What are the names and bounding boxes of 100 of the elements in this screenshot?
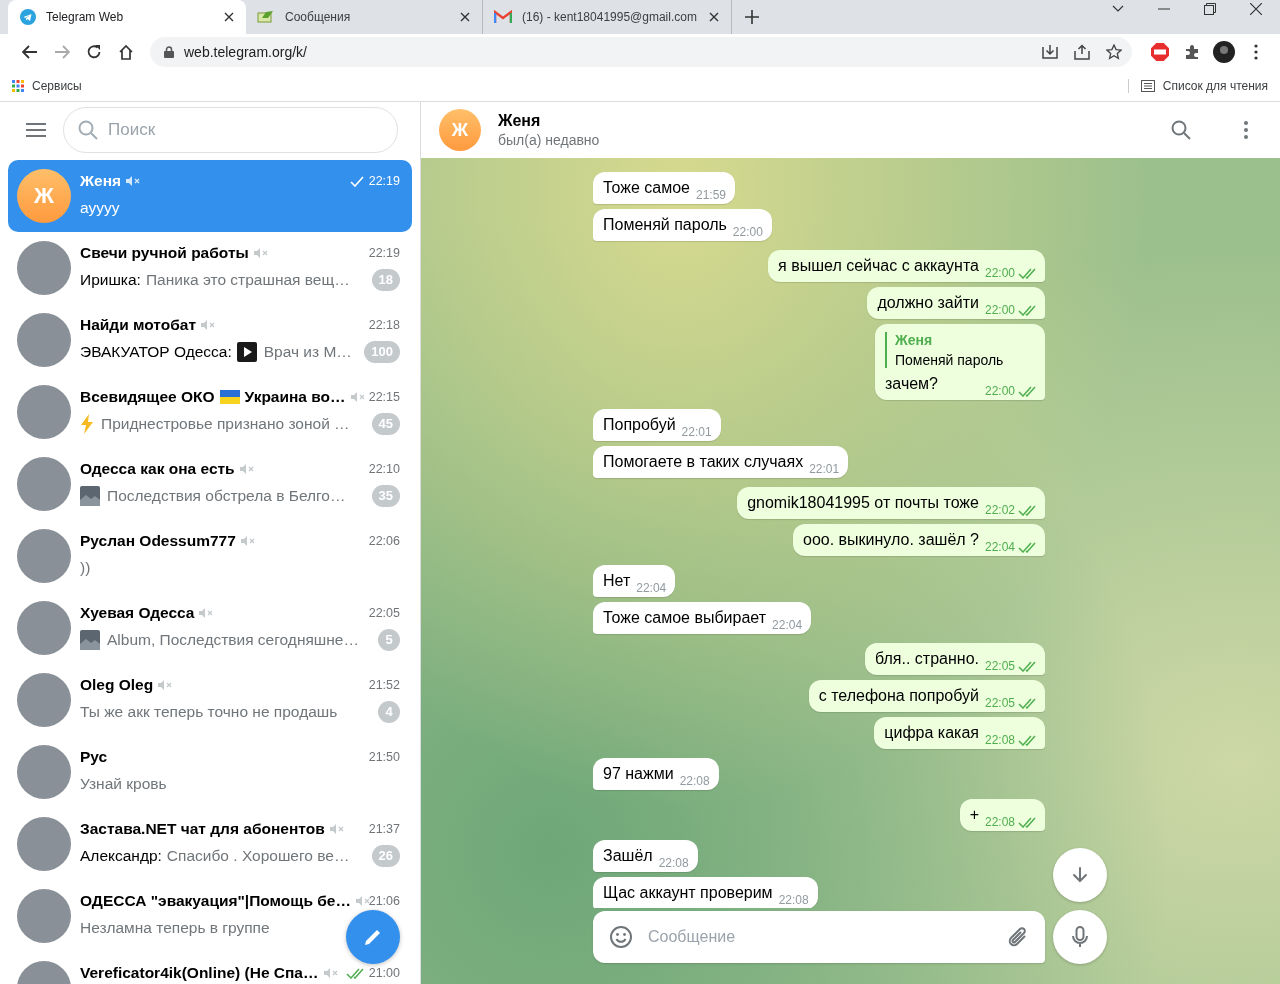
install-icon[interactable] xyxy=(1042,44,1058,60)
message-preview: Узнай кровь xyxy=(80,774,167,794)
reading-list-link[interactable]: Список для чтения xyxy=(1162,78,1268,93)
avatar-photo-placeholder xyxy=(17,385,71,439)
message-preview: Ты же акк теперь точно не продашь xyxy=(80,702,338,722)
chat-name: Vereficator4ik(Online) (Не Спа… xyxy=(80,964,319,982)
message-text: ооо. выкинуло. зашёл ? xyxy=(803,530,979,550)
unread-count: 35 xyxy=(371,485,400,507)
message-preview: ayyyy xyxy=(80,198,120,218)
message-text: бля.. странно. xyxy=(875,649,979,669)
message-text: Поменяй пароль xyxy=(603,215,727,235)
avatar-photo-placeholder xyxy=(17,241,71,295)
menu-icon[interactable] xyxy=(26,123,46,137)
message-time: 22:04 xyxy=(984,540,1015,554)
chat-name: ОДЕССА "эвакуация"|Помощь бе… xyxy=(80,892,351,910)
chat-time: 21:52 xyxy=(368,677,400,694)
list-icon[interactable] xyxy=(1140,79,1155,92)
chat-time: 22:19 xyxy=(368,245,400,262)
chat-time: 21:50 xyxy=(368,749,400,766)
chat-time: 22:10 xyxy=(368,461,400,478)
star-icon[interactable] xyxy=(1106,44,1122,60)
bookmark-link[interactable]: Сервисы xyxy=(32,78,82,93)
message-preview: Последствия обстрела в Белго… xyxy=(107,486,346,506)
unread-count: 45 xyxy=(371,413,400,435)
avatar-photo-placeholder xyxy=(17,889,71,943)
scroll-down-button[interactable] xyxy=(1053,848,1107,902)
chat-list-item[interactable]: Vereficator4ik(Online) (Не Спа… 21:00 xyxy=(8,952,412,984)
chat-time: 22:18 xyxy=(368,317,400,334)
share-icon[interactable] xyxy=(1074,44,1090,60)
chat-list-item[interactable]: Найди мотобат 22:18 ЭВАКУАТОР Одесса: Врач из М… 100 xyxy=(8,304,412,376)
lock-icon xyxy=(164,46,174,58)
message-time: 22:02 xyxy=(984,503,1015,517)
chat-name: Одесса как она есть xyxy=(80,460,235,478)
chat-name: Свечи ручной работы xyxy=(80,244,249,262)
message-text: Щас аккаунт проверим xyxy=(603,883,773,903)
search-field[interactable]: Поиск xyxy=(63,107,398,153)
chat-list-item[interactable]: Руслан Odessum777 22:06 )) xyxy=(8,520,412,592)
apps-grid-icon[interactable] xyxy=(12,79,24,92)
chat-list-item[interactable]: Рус 21:50 Узнай кровь xyxy=(8,736,412,808)
compose-button[interactable] xyxy=(346,910,400,964)
new-tab-icon[interactable] xyxy=(744,10,759,24)
reply-author: Женя xyxy=(895,332,934,348)
restore-icon[interactable] xyxy=(1204,3,1216,15)
chat-time: 21:06 xyxy=(368,893,400,910)
photo-thumbnail-icon xyxy=(80,486,100,506)
reply-text: Поменяй пароль xyxy=(895,352,1005,368)
unread-count: 5 xyxy=(378,629,400,651)
sender-name: ЭВАКУАТОР Одесса: xyxy=(80,342,232,362)
browser-tab[interactable]: Telegram Web xyxy=(8,0,246,34)
chat-list-item[interactable]: Застава.NET чат для абонентов 21:37 Александр: Спасибо . Хорошего ве… 26 xyxy=(8,808,412,880)
message-text: Нет xyxy=(603,571,631,591)
chat-name: Руслан Odessum777 xyxy=(80,532,236,550)
message-text: 97 нажми xyxy=(603,764,674,784)
address-bar[interactable]: web.telegram.org/k/ xyxy=(150,37,1132,67)
message-text: Тоже самое выбирает xyxy=(603,608,767,628)
lightning-icon xyxy=(80,414,94,434)
message-text: я вышел сейчас с аккаунта xyxy=(778,256,979,276)
message-preview: )) xyxy=(80,558,91,578)
chat-name: Хуевая Одесса xyxy=(80,604,195,622)
reply-quote[interactable]: Женя Поменяй пароль xyxy=(885,332,1036,368)
close-icon[interactable] xyxy=(458,10,472,24)
close-icon[interactable] xyxy=(222,10,236,24)
avatar-photo-placeholder xyxy=(17,457,71,511)
contact-name: Женя xyxy=(498,112,542,130)
chat-list-item[interactable]: Одесса как она есть 22:10 Последствия обстрела в Белго… 35 xyxy=(8,448,412,520)
message-time: 22:08 xyxy=(984,733,1015,747)
message-time: 22:04 xyxy=(772,618,803,632)
message-text: + xyxy=(969,805,979,825)
message-input[interactable]: Сообщение xyxy=(593,911,1045,963)
message-time: 22:01 xyxy=(809,462,840,476)
paperclip-icon[interactable] xyxy=(1007,925,1029,949)
chat-list-item[interactable]: Хуевая Одесса 22:05 Album, Последствия сегодняшне… 5 xyxy=(8,592,412,664)
chat-time: 22:05 xyxy=(368,605,400,622)
message-time: 22:05 xyxy=(984,696,1015,710)
chat-list-item[interactable]: Всевидящее ОКО Украина во… 22:15 Приднестровье признано зоной … 45 xyxy=(8,376,412,448)
chat-time: 21:37 xyxy=(368,821,400,838)
emoji-icon[interactable] xyxy=(609,925,633,949)
chat-list-item[interactable]: Oleg Oleg 21:52 Ты же акк теперь точно не продашь 4 xyxy=(8,664,412,736)
chat-list-item[interactable]: Свечи ручной работы 22:19 Иришка: Паника это страшная вещ… 18 xyxy=(8,232,412,304)
chat-name: Женя xyxy=(80,172,122,190)
chat-name: Найди мотобат xyxy=(80,316,196,334)
message-time: 22:08 xyxy=(658,856,689,870)
avatar: Ж xyxy=(439,109,481,151)
last-seen-status: был(а) недавно xyxy=(498,132,601,148)
search-icon[interactable] xyxy=(1169,118,1193,142)
message-time: 22:00 xyxy=(984,384,1015,398)
voice-record-button[interactable] xyxy=(1053,910,1107,964)
chat-time: 22:06 xyxy=(368,533,400,550)
unread-count: 18 xyxy=(371,269,400,291)
message-text: gnomik18041995 от почты тоже xyxy=(747,493,979,513)
close-icon[interactable] xyxy=(1250,3,1262,15)
chat-time: 22:19 xyxy=(368,173,400,190)
chat-name: Рус xyxy=(80,748,108,766)
message-preview: Спасибо . Хорошего ве… xyxy=(166,846,350,866)
avatar-photo-placeholder xyxy=(17,601,71,655)
message-time: 21:59 xyxy=(696,188,726,202)
message-text: должно зайти xyxy=(877,293,979,313)
message-time: 22:01 xyxy=(681,425,712,439)
avatar-photo-placeholder xyxy=(17,817,71,871)
message-time: 22:08 xyxy=(984,815,1015,829)
